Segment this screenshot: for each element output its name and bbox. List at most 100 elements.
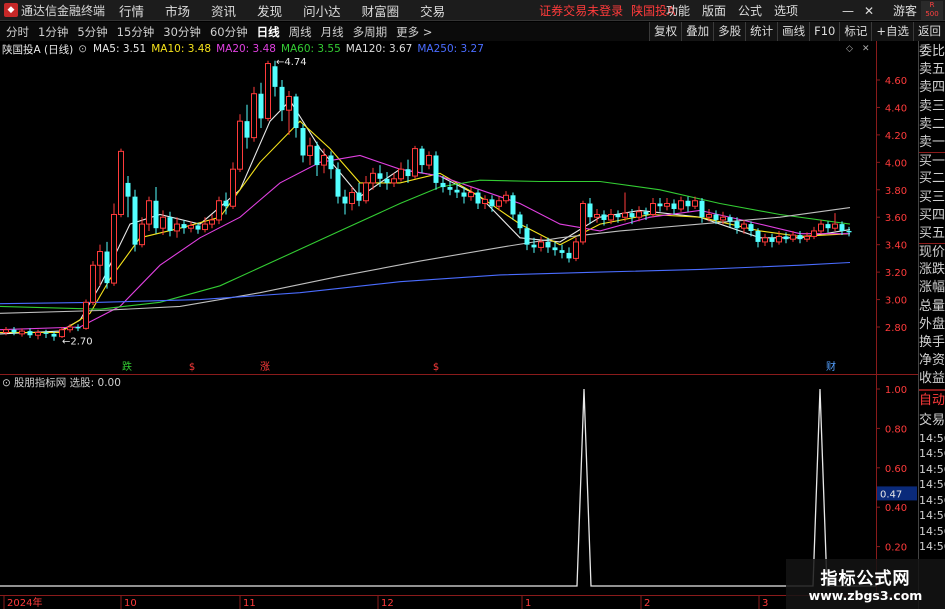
trade-time-label: 14:56 xyxy=(919,493,945,507)
indicator-toggle-icon[interactable]: ⊙ xyxy=(2,377,11,389)
draw-line-button[interactable]: 画线 xyxy=(777,22,810,41)
candle-body-up xyxy=(321,154,327,166)
candle-body-down xyxy=(552,247,558,251)
candle-body-up xyxy=(678,200,684,210)
trade-time-label: 14:56 xyxy=(919,431,945,445)
price-tick-label: 4.20 xyxy=(885,131,907,142)
back-button[interactable]: 返回 xyxy=(913,22,945,41)
low-price-marker: ←2.70 xyxy=(62,337,93,348)
menu-formula[interactable]: 公式 xyxy=(738,2,762,19)
indicator-legend: ⊙ 股朋指标网 选股: 0.00 xyxy=(2,376,121,390)
overlay-button[interactable]: 叠加 xyxy=(681,22,714,41)
ma5-label: MA5: 3.51 xyxy=(93,43,147,55)
candle-body-up xyxy=(216,200,222,221)
multi-stock-button[interactable]: 多股 xyxy=(713,22,746,41)
candle-body-down xyxy=(797,235,803,240)
candle-body-down xyxy=(279,86,285,111)
menu-layout[interactable]: 版面 xyxy=(702,2,726,19)
candle-body-up xyxy=(636,211,642,218)
side-auto-trade-label[interactable]: 自动 xyxy=(919,391,945,411)
candle-body-up xyxy=(776,235,782,243)
add-watchlist-button[interactable]: +自选 xyxy=(871,22,913,41)
candle-body-up xyxy=(59,329,65,338)
menu-trade[interactable]: 交易 xyxy=(420,1,445,20)
f10-button[interactable]: F10 xyxy=(809,22,840,41)
stock-title: 陕国投A (日线) xyxy=(2,43,74,56)
chart-toolbar: 复权 叠加 多股 统计 画线 F10 标记 +自选 返回 xyxy=(649,22,945,41)
kline-chart[interactable]: ◇ ✕ ←4.74←2.70跌 $ 涨 $ 财 4.604.404.204.003.803… xyxy=(0,41,918,609)
tab-5min[interactable]: 5分钟 xyxy=(77,24,107,40)
adjust-button[interactable]: 复权 xyxy=(649,22,682,41)
candle-body-up xyxy=(174,223,180,232)
trade-time-label: 14:56 xyxy=(919,524,945,538)
menu-discover[interactable]: 发现 xyxy=(257,1,282,20)
candle-body-down xyxy=(405,169,411,177)
tab-15min[interactable]: 15分钟 xyxy=(117,24,155,40)
tab-monthly[interactable]: 月线 xyxy=(321,24,344,40)
candle-body-down xyxy=(615,214,621,218)
candle-body-down xyxy=(657,203,663,207)
candle-body-down xyxy=(510,195,516,215)
candle-body-up xyxy=(209,219,215,225)
candle-body-up xyxy=(818,223,824,232)
trade-time-label: 14:56 xyxy=(919,462,945,476)
date-tick-label: 2 xyxy=(644,598,650,609)
side-field-label: 卖五 xyxy=(919,62,945,78)
tab-more[interactable]: 更多 > xyxy=(396,24,432,40)
menu-quotes[interactable]: 行情 xyxy=(119,1,144,20)
indicator-tick-label: 0.60 xyxy=(885,464,907,475)
side-auto-trade-label[interactable]: 交易 xyxy=(919,411,945,431)
menu-function[interactable]: 功能 xyxy=(666,2,690,19)
event-marker: 涨 xyxy=(260,361,270,373)
tab-1min[interactable]: 1分钟 xyxy=(38,24,68,40)
menu-news[interactable]: 资讯 xyxy=(211,1,236,20)
candle-body-down xyxy=(300,128,306,156)
candle-body-up xyxy=(503,194,509,202)
candle-body-down xyxy=(601,214,607,220)
minimize-icon[interactable]: — xyxy=(842,4,854,18)
legend-toggle-icon[interactable]: ⊙ xyxy=(78,43,87,55)
r500-badge[interactable]: R 500 xyxy=(921,1,943,20)
tab-weekly[interactable]: 周线 xyxy=(289,24,312,40)
candle-body-down xyxy=(132,196,138,245)
mark-button[interactable]: 标记 xyxy=(839,22,872,41)
close-icon[interactable]: ✕ xyxy=(864,4,874,18)
high-price-marker: ←4.74 xyxy=(276,57,307,68)
candle-body-up xyxy=(307,145,313,156)
guest-label[interactable]: 游客 xyxy=(893,2,917,19)
indicator-tick-label: 0.40 xyxy=(885,503,907,514)
candle-body-down xyxy=(125,182,131,197)
tab-30min[interactable]: 30分钟 xyxy=(163,24,201,40)
tab-multi-period[interactable]: 多周期 xyxy=(353,24,388,40)
candle-body-up xyxy=(67,326,73,331)
diamond-icon: ◇ xyxy=(846,44,853,54)
candle-body-up xyxy=(265,63,271,119)
candle-body-down xyxy=(75,327,81,329)
indicator-tick-label: 0.80 xyxy=(885,424,907,435)
candle-body-down xyxy=(314,145,320,166)
candle-body-down xyxy=(104,251,110,284)
main-legend: 陕国投A (日线) ⊙ MA5: 3.51 MA10: 3.48 MA20: 3… xyxy=(2,42,489,56)
candle-body-down xyxy=(713,214,719,220)
candle-body-up xyxy=(580,203,586,243)
price-tick-label: 2.80 xyxy=(885,323,907,334)
menu-wealth[interactable]: 财富圈 xyxy=(362,1,400,20)
menu-market[interactable]: 市场 xyxy=(165,1,190,20)
candle-body-down xyxy=(587,203,593,218)
candle-body-down xyxy=(342,196,348,204)
price-tick-label: 3.60 xyxy=(885,213,907,224)
menu-options[interactable]: 选项 xyxy=(774,2,798,19)
candle-body-down xyxy=(643,211,649,215)
tab-intraday[interactable]: 分时 xyxy=(6,24,29,40)
candle-body-up xyxy=(97,251,103,266)
candle-body-up xyxy=(83,301,89,329)
candle-body-down xyxy=(475,192,481,204)
trade-login-status[interactable]: 证券交易未登录 xyxy=(539,2,623,19)
tab-daily[interactable]: 日线 xyxy=(257,24,280,40)
tab-60min[interactable]: 60分钟 xyxy=(210,24,248,40)
menu-ask[interactable]: 问小达 xyxy=(303,1,341,20)
candle-body-up xyxy=(202,223,208,231)
candle-body-up xyxy=(496,200,502,207)
stats-button[interactable]: 统计 xyxy=(745,22,778,41)
candle-body-up xyxy=(160,216,166,229)
